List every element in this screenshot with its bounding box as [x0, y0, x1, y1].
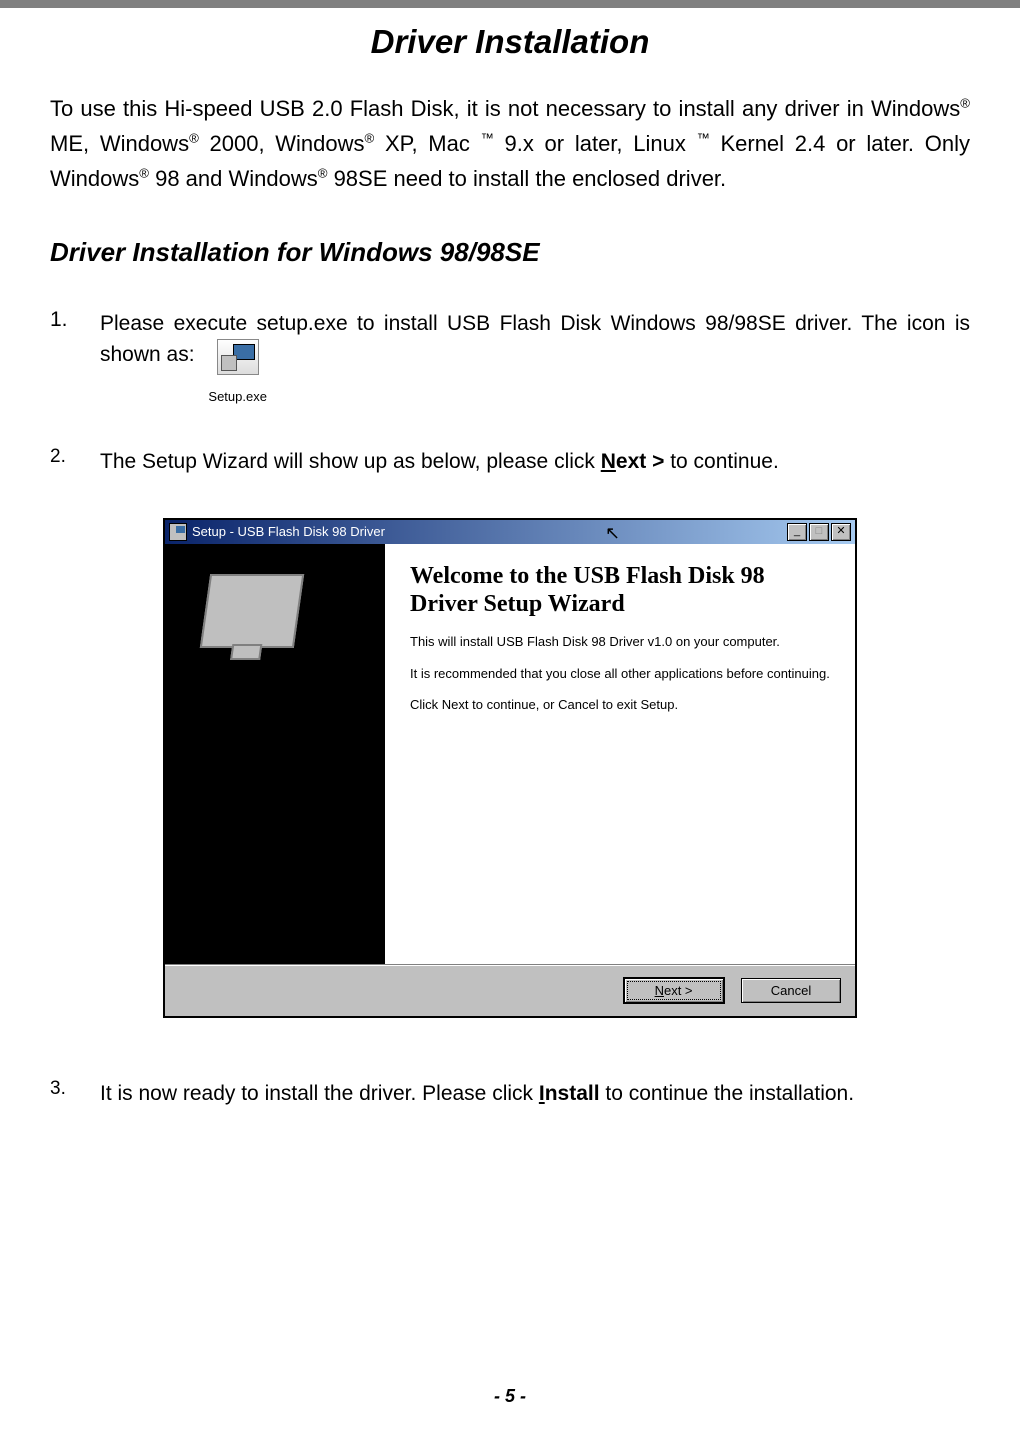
top-rule	[0, 0, 1020, 8]
step-1-body: Please execute setup.exe to install USB …	[100, 308, 970, 407]
setup-exe-label: Setup.exe	[208, 387, 267, 407]
step-2-body: The Setup Wizard will show up as below, …	[100, 446, 970, 478]
page-number: - 5 -	[0, 1386, 1020, 1407]
cancel-button[interactable]: Cancel	[741, 978, 841, 1003]
titlebar: Setup - USB Flash Disk 98 Driver _ □ ✕	[165, 520, 855, 544]
next-rest: ext >	[616, 450, 664, 473]
step-1-number: 1.	[50, 308, 100, 407]
wizard-p2: It is recommended that you close all oth…	[410, 665, 830, 683]
step-2-after: to continue.	[664, 450, 778, 473]
titlebar-controls: _ □ ✕	[787, 523, 851, 541]
step-3-body: It is now ready to install the driver. P…	[100, 1078, 970, 1110]
wizard-p1: This will install USB Flash Disk 98 Driv…	[410, 633, 830, 651]
step-3: 3. It is now ready to install the driver…	[50, 1078, 970, 1110]
step-3-after: to continue the installation.	[600, 1082, 855, 1105]
step-1: 1. Please execute setup.exe to install U…	[50, 308, 970, 407]
wizard-p3: Click Next to continue, or Cancel to exi…	[410, 696, 830, 714]
next-button-rest: ext >	[664, 983, 693, 998]
wizard-heading: Welcome to the USB Flash Disk 98 Driver …	[410, 562, 830, 620]
maximize-button[interactable]: □	[809, 523, 829, 541]
step-2-number: 2.	[50, 446, 100, 478]
wizard-main: Welcome to the USB Flash Disk 98 Driver …	[385, 544, 855, 964]
wizard-side-banner	[165, 544, 385, 964]
titlebar-app-icon	[169, 523, 187, 541]
wizard-body: Welcome to the USB Flash Disk 98 Driver …	[165, 544, 855, 964]
page-title: Driver Installation	[50, 23, 970, 61]
close-button[interactable]: ✕	[831, 523, 851, 541]
install-rest: nstall	[545, 1082, 600, 1105]
step-3-number: 3.	[50, 1078, 100, 1110]
step-2-before: The Setup Wizard will show up as below, …	[100, 450, 601, 473]
next-hotkey: N	[655, 983, 664, 998]
intro-paragraph: To use this Hi-speed USB 2.0 Flash Disk,…	[50, 91, 970, 197]
next-button[interactable]: Next >	[623, 977, 725, 1004]
document-page: Driver Installation To use this Hi-speed…	[0, 0, 1020, 1437]
setup-wizard-window: Setup - USB Flash Disk 98 Driver _ □ ✕ ↖…	[163, 518, 857, 1018]
wizard-footer: Next > Cancel	[165, 964, 855, 1016]
minimize-button[interactable]: _	[787, 523, 807, 541]
next-hotkey-n: N	[601, 450, 616, 473]
computer-graphic-icon	[205, 574, 325, 674]
section-heading: Driver Installation for Windows 98/98SE	[50, 237, 970, 268]
setup-exe-icon: Setup.exe	[208, 339, 267, 406]
step-3-before: It is now ready to install the driver. P…	[100, 1082, 539, 1105]
installer-icon	[217, 339, 259, 375]
titlebar-text: Setup - USB Flash Disk 98 Driver	[192, 524, 787, 539]
step-2: 2. The Setup Wizard will show up as belo…	[50, 446, 970, 478]
